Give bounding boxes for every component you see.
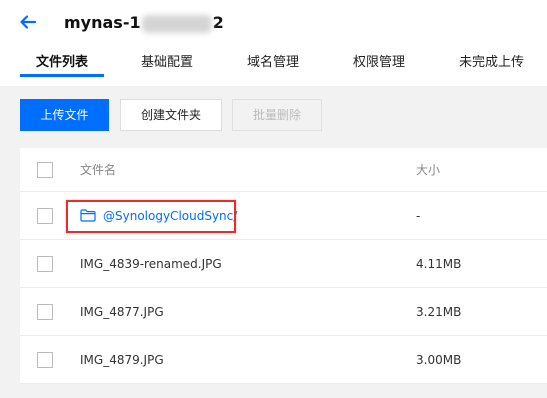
- tab-incomplete-uploads[interactable]: 未完成上传: [459, 50, 524, 86]
- file-name-cell[interactable]: IMG_4877.JPG: [80, 288, 164, 335]
- upload-file-button[interactable]: 上传文件: [20, 99, 109, 131]
- file-size-cell: -: [416, 208, 421, 223]
- column-header-size: 大小: [416, 163, 441, 177]
- back-button[interactable]: [16, 10, 40, 34]
- table-header-row: 文件名 大小: [20, 148, 547, 192]
- tab-bar: 文件列表 基础配置 域名管理 权限管理 未完成上传: [0, 50, 547, 86]
- file-size-cell: 4.11MB: [416, 256, 462, 271]
- toolbar: 上传文件 创建文件夹 批量删除: [0, 86, 547, 148]
- table-row: IMG_4839-renamed.JPG 4.11MB: [20, 240, 547, 288]
- row-checkbox[interactable]: [37, 207, 53, 224]
- folder-icon: [80, 209, 96, 222]
- tab-domain-management[interactable]: 域名管理: [247, 50, 299, 86]
- page-title: mynas-1 2: [64, 10, 224, 36]
- row-checkbox[interactable]: [37, 351, 53, 368]
- row-checkbox[interactable]: [37, 255, 53, 272]
- tab-permission-management[interactable]: 权限管理: [353, 50, 405, 86]
- select-all-checkbox[interactable]: [37, 161, 53, 178]
- arrow-left-icon: [20, 15, 37, 29]
- redacted-title-segment: [141, 14, 212, 33]
- folder-name: @SynologyCloudSync/: [103, 208, 238, 223]
- create-folder-button[interactable]: 创建文件夹: [120, 99, 222, 131]
- file-size-cell: 3.00MB: [416, 352, 462, 367]
- batch-delete-button: 批量删除: [232, 99, 322, 131]
- table-row: IMG_4877.JPG 3.21MB: [20, 288, 547, 336]
- column-header-name: 文件名: [80, 163, 117, 177]
- tab-basic-config[interactable]: 基础配置: [141, 50, 193, 86]
- file-name-cell[interactable]: IMG_4839-renamed.JPG: [80, 240, 222, 287]
- file-table: 文件名 大小 @SynologyCloudSync/ - IMG_4839-re…: [20, 148, 547, 384]
- table-row: @SynologyCloudSync/ -: [20, 192, 547, 240]
- file-name-cell[interactable]: IMG_4879.JPG: [80, 336, 164, 383]
- file-size-cell: 3.21MB: [416, 304, 462, 319]
- folder-link[interactable]: @SynologyCloudSync/: [80, 209, 237, 223]
- title-suffix: 2: [212, 13, 224, 32]
- page-header: mynas-1 2 文件列表 基础配置 域名管理 权限管理 未完成上传: [0, 0, 547, 86]
- file-name-cell: @SynologyCloudSync/: [80, 192, 237, 239]
- table-row: IMG_4879.JPG 3.00MB: [20, 336, 547, 384]
- title-prefix: mynas-1: [64, 13, 141, 32]
- row-checkbox[interactable]: [37, 303, 53, 320]
- tab-file-list[interactable]: 文件列表: [19, 50, 105, 86]
